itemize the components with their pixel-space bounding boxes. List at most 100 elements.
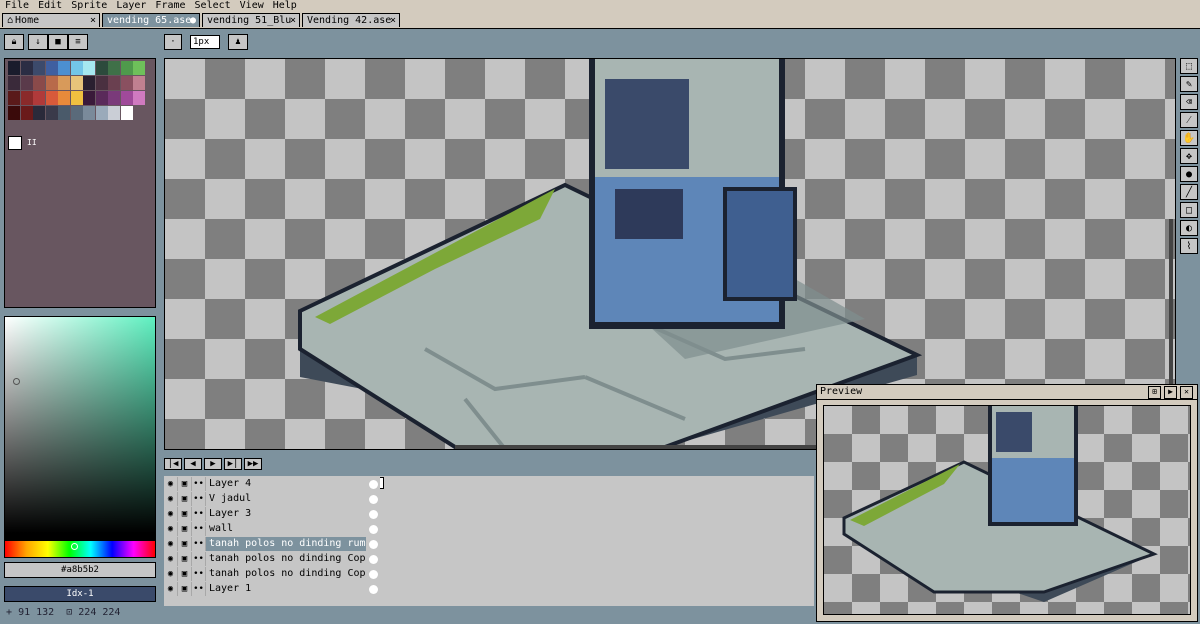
contour-tool-icon[interactable]: ◐ (1180, 220, 1198, 236)
continuous-icon[interactable]: •• (192, 507, 206, 521)
ink-icon[interactable]: ♟ (228, 34, 248, 50)
close-icon[interactable]: × (290, 14, 296, 27)
layer-name[interactable]: tanah polos no dinding Copy (206, 567, 366, 581)
palette-swatch[interactable] (70, 76, 83, 90)
palette-swatch[interactable] (95, 76, 108, 90)
palette-swatch[interactable] (83, 91, 95, 105)
layer-row[interactable]: ◉ ▣ •• Layer 1 (164, 582, 384, 596)
cel[interactable] (366, 522, 380, 536)
palette-swatch[interactable] (45, 76, 58, 90)
palette-swatch[interactable] (120, 106, 133, 120)
palette-swatch[interactable] (8, 76, 20, 90)
continuous-icon[interactable]: •• (192, 537, 206, 551)
eye-icon[interactable]: ◉ (164, 492, 178, 506)
menu-help[interactable]: Help (268, 0, 301, 12)
palette-swatch[interactable] (45, 61, 58, 75)
continuous-icon[interactable]: •• (192, 567, 206, 581)
eye-icon[interactable]: ◉ (164, 477, 178, 491)
palette-swatch[interactable] (70, 106, 83, 120)
hue-cursor[interactable] (71, 543, 78, 550)
color-index-field[interactable]: Idx-1 (4, 586, 156, 602)
palette-swatch[interactable] (95, 61, 108, 75)
layer-row[interactable]: ◉ ▣ •• V jadul (164, 492, 384, 506)
cel[interactable] (366, 582, 380, 596)
lock-icon[interactable]: ▣ (178, 522, 192, 536)
blur-tool-icon[interactable]: ⌇ (1180, 238, 1198, 254)
cel[interactable] (366, 552, 380, 566)
layer-name[interactable]: V jadul (206, 492, 366, 506)
palette-swatch[interactable] (58, 76, 70, 90)
palette-swatch[interactable] (20, 91, 33, 105)
palette-swatch[interactable] (83, 106, 95, 120)
layer-name[interactable]: Layer 4 (206, 477, 366, 491)
palette-swatch[interactable] (108, 76, 120, 90)
tab-vending-51[interactable]: vending 51_Blu × (202, 13, 300, 27)
lock-icon[interactable]: 🔒︎ (4, 34, 24, 50)
layer-row[interactable]: ◉ ▣ •• Layer 4 (164, 477, 384, 491)
palette-swatch[interactable] (95, 106, 108, 120)
palette-swatch[interactable] (133, 91, 145, 105)
prev-frame-icon[interactable]: ◀ (184, 458, 202, 470)
menu-frame[interactable]: Frame (150, 0, 189, 12)
palette-swatch[interactable] (120, 76, 133, 90)
continuous-icon[interactable]: •• (192, 492, 206, 506)
menu-file[interactable]: File (0, 0, 33, 12)
palette-swatch[interactable] (108, 91, 120, 105)
lock-icon[interactable]: ▣ (178, 492, 192, 506)
palette-swatch[interactable] (33, 61, 45, 75)
cel[interactable] (366, 567, 380, 581)
palette-swatch[interactable] (120, 91, 133, 105)
color-picker-cursor[interactable] (13, 378, 20, 385)
palette-swatch[interactable] (58, 61, 70, 75)
eye-icon[interactable]: ◉ (164, 582, 178, 596)
palette-swatch[interactable] (33, 91, 45, 105)
eye-icon[interactable]: ◉ (164, 507, 178, 521)
close-icon[interactable]: × (90, 14, 96, 27)
menu-edit[interactable]: Edit (33, 0, 66, 12)
palette-swatch[interactable] (133, 76, 145, 90)
palette-swatch[interactable] (108, 61, 120, 75)
eyedropper-tool-icon[interactable]: ⁄ (1180, 112, 1198, 128)
marquee-tool-icon[interactable]: ⬚ (1180, 58, 1198, 74)
preview-close-icon[interactable]: ✕ (1180, 386, 1193, 399)
first-frame-icon[interactable]: |◀ (164, 458, 182, 470)
continuous-icon[interactable]: •• (192, 477, 206, 491)
menu-view[interactable]: View (235, 0, 268, 12)
palette-swatch[interactable] (108, 106, 120, 120)
lock-icon[interactable]: ▣ (178, 537, 192, 551)
preview-settings-icon[interactable]: ⊞ (1148, 386, 1161, 399)
lock-icon[interactable]: ▣ (178, 552, 192, 566)
palette-swatch[interactable] (70, 61, 83, 75)
layer-name[interactable]: Layer 1 (206, 582, 366, 596)
pencil-tool-icon[interactable]: ✎ (1180, 76, 1198, 92)
cel[interactable] (366, 537, 380, 551)
menu-select[interactable]: Select (190, 0, 235, 12)
cel[interactable] (366, 507, 380, 521)
layer-row[interactable]: ◉ ▣ •• Layer 3 (164, 507, 384, 521)
preview-play-icon[interactable]: ▶ (1164, 386, 1177, 399)
move-tool-icon[interactable]: ✥ (1180, 148, 1198, 164)
lock-icon[interactable]: ▣ (178, 477, 192, 491)
preview-canvas[interactable] (823, 405, 1191, 615)
palette-swatch[interactable] (20, 76, 33, 90)
foreground-color-swatch[interactable] (8, 136, 22, 150)
lock-icon[interactable]: ▣ (178, 507, 192, 521)
eraser-tool-icon[interactable]: ⌫ (1180, 94, 1198, 110)
palette-swatch[interactable] (45, 106, 58, 120)
tab-home[interactable]: ⌂ Home × (2, 13, 100, 27)
lock-icon[interactable]: ▣ (178, 582, 192, 596)
eye-icon[interactable]: ◉ (164, 552, 178, 566)
menu-icon[interactable]: ≡ (68, 34, 88, 50)
download-icon[interactable]: ↓ (28, 34, 48, 50)
eye-icon[interactable]: ◉ (164, 522, 178, 536)
brush-type-icon[interactable]: · (164, 34, 182, 50)
lock-icon[interactable]: ▣ (178, 567, 192, 581)
hue-slider[interactable] (5, 541, 155, 557)
palette-swatch[interactable] (133, 61, 145, 75)
palette-swatch[interactable] (120, 61, 133, 75)
layer-name[interactable]: wall (206, 522, 366, 536)
rectangle-tool-icon[interactable]: □ (1180, 202, 1198, 218)
continuous-icon[interactable]: •• (192, 522, 206, 536)
palette-swatch[interactable] (20, 61, 33, 75)
layer-row[interactable]: ◉ ▣ •• tanah polos no dinding Copy (164, 567, 384, 581)
